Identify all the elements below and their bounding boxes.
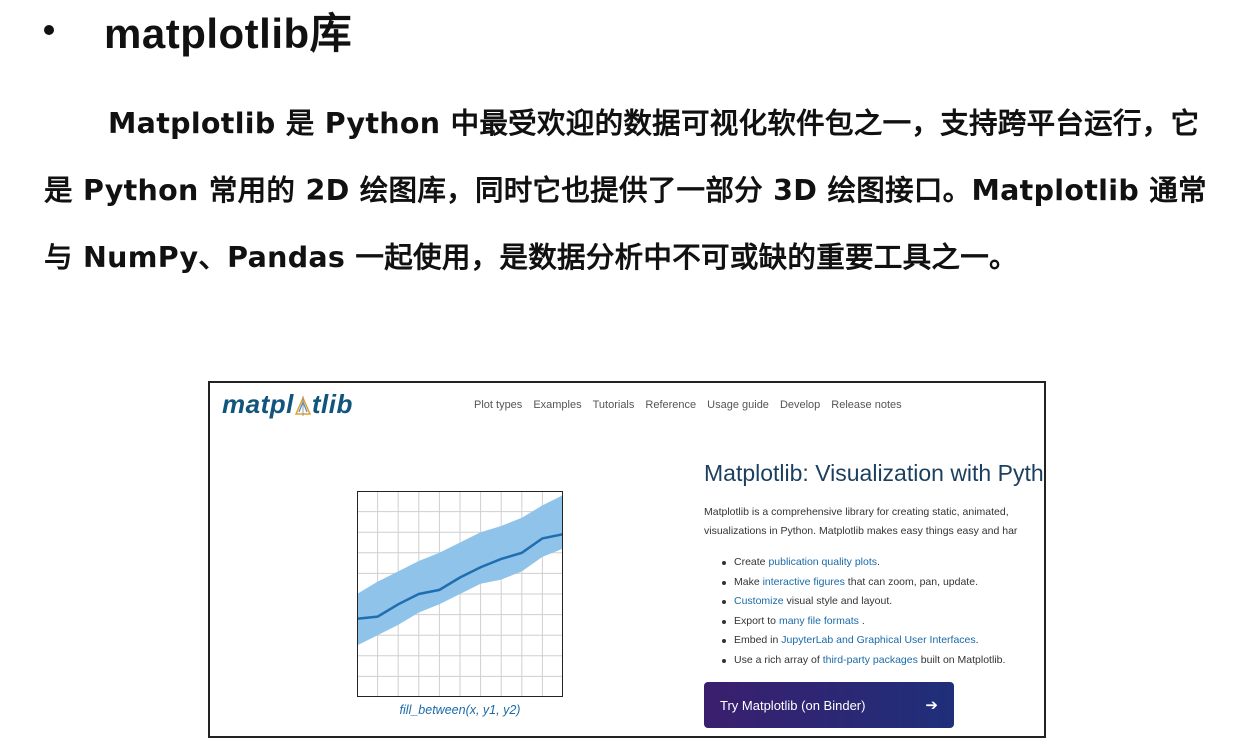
fill-between-plot xyxy=(357,491,563,697)
feature-link[interactable]: JupyterLab and Graphical User Interfaces xyxy=(781,634,975,646)
feature-link[interactable]: third-party packages xyxy=(823,654,918,666)
matplotlib-website-screenshot: matpl tlib Plot types Examples Tutorials… xyxy=(208,381,1046,738)
slide-title-text: matplotlib库 xyxy=(104,9,353,57)
body-paragraph: Matplotlib 是 Python 中最受欢迎的数据可视化软件包之一，支持跨… xyxy=(44,107,1207,274)
feature-item: Customize visual style and layout. xyxy=(722,592,1005,612)
feature-list: Create publication quality plots. Make i… xyxy=(722,553,1005,670)
nav-examples[interactable]: Examples xyxy=(533,399,581,411)
feature-link[interactable]: Customize xyxy=(734,595,784,607)
bullet-dot-icon xyxy=(44,25,54,35)
plot-caption[interactable]: fill_between(x, y1, y2) xyxy=(357,703,563,717)
feature-item: Export to many file formats . xyxy=(722,612,1005,632)
hero-description-line-1: Matplotlib is a comprehensive library fo… xyxy=(704,506,1009,518)
nav-plot-types[interactable]: Plot types xyxy=(474,399,522,411)
feature-link[interactable]: many file formats xyxy=(779,615,859,627)
nav-usage-guide[interactable]: Usage guide xyxy=(707,399,769,411)
top-nav: Plot types Examples Tutorials Reference … xyxy=(474,399,902,411)
logo-plot-icon xyxy=(294,395,311,416)
try-binder-button[interactable]: Try Matplotlib (on Binder) ➔ xyxy=(704,682,954,728)
matplotlib-logo[interactable]: matpl tlib xyxy=(222,389,353,420)
arrow-right-icon: ➔ xyxy=(925,697,938,714)
nav-develop[interactable]: Develop xyxy=(780,399,820,411)
hero-description: Matplotlib is a comprehensive library fo… xyxy=(704,503,1044,541)
feature-item: Embed in JupyterLab and Graphical User I… xyxy=(722,631,1005,651)
nav-tutorials[interactable]: Tutorials xyxy=(593,399,635,411)
feature-item: Create publication quality plots. xyxy=(722,553,1005,573)
feature-link[interactable]: publication quality plots xyxy=(768,556,877,568)
binder-button-label: Try Matplotlib (on Binder) xyxy=(720,697,866,713)
nav-reference[interactable]: Reference xyxy=(645,399,696,411)
feature-item: Use a rich array of third-party packages… xyxy=(722,651,1005,671)
logo-text-right: tlib xyxy=(311,389,353,419)
nav-release-notes[interactable]: Release notes xyxy=(831,399,901,411)
feature-item: Make interactive figures that can zoom, … xyxy=(722,573,1005,593)
feature-link[interactable]: interactive figures xyxy=(763,576,845,588)
slide-title: matplotlib库 xyxy=(40,0,352,60)
logo-text-left: matpl xyxy=(222,389,294,419)
hero-description-line-2: visualizations in Python. Matplotlib mak… xyxy=(704,525,1018,537)
hero-title: Matplotlib: Visualization with Pyth xyxy=(704,460,1044,486)
